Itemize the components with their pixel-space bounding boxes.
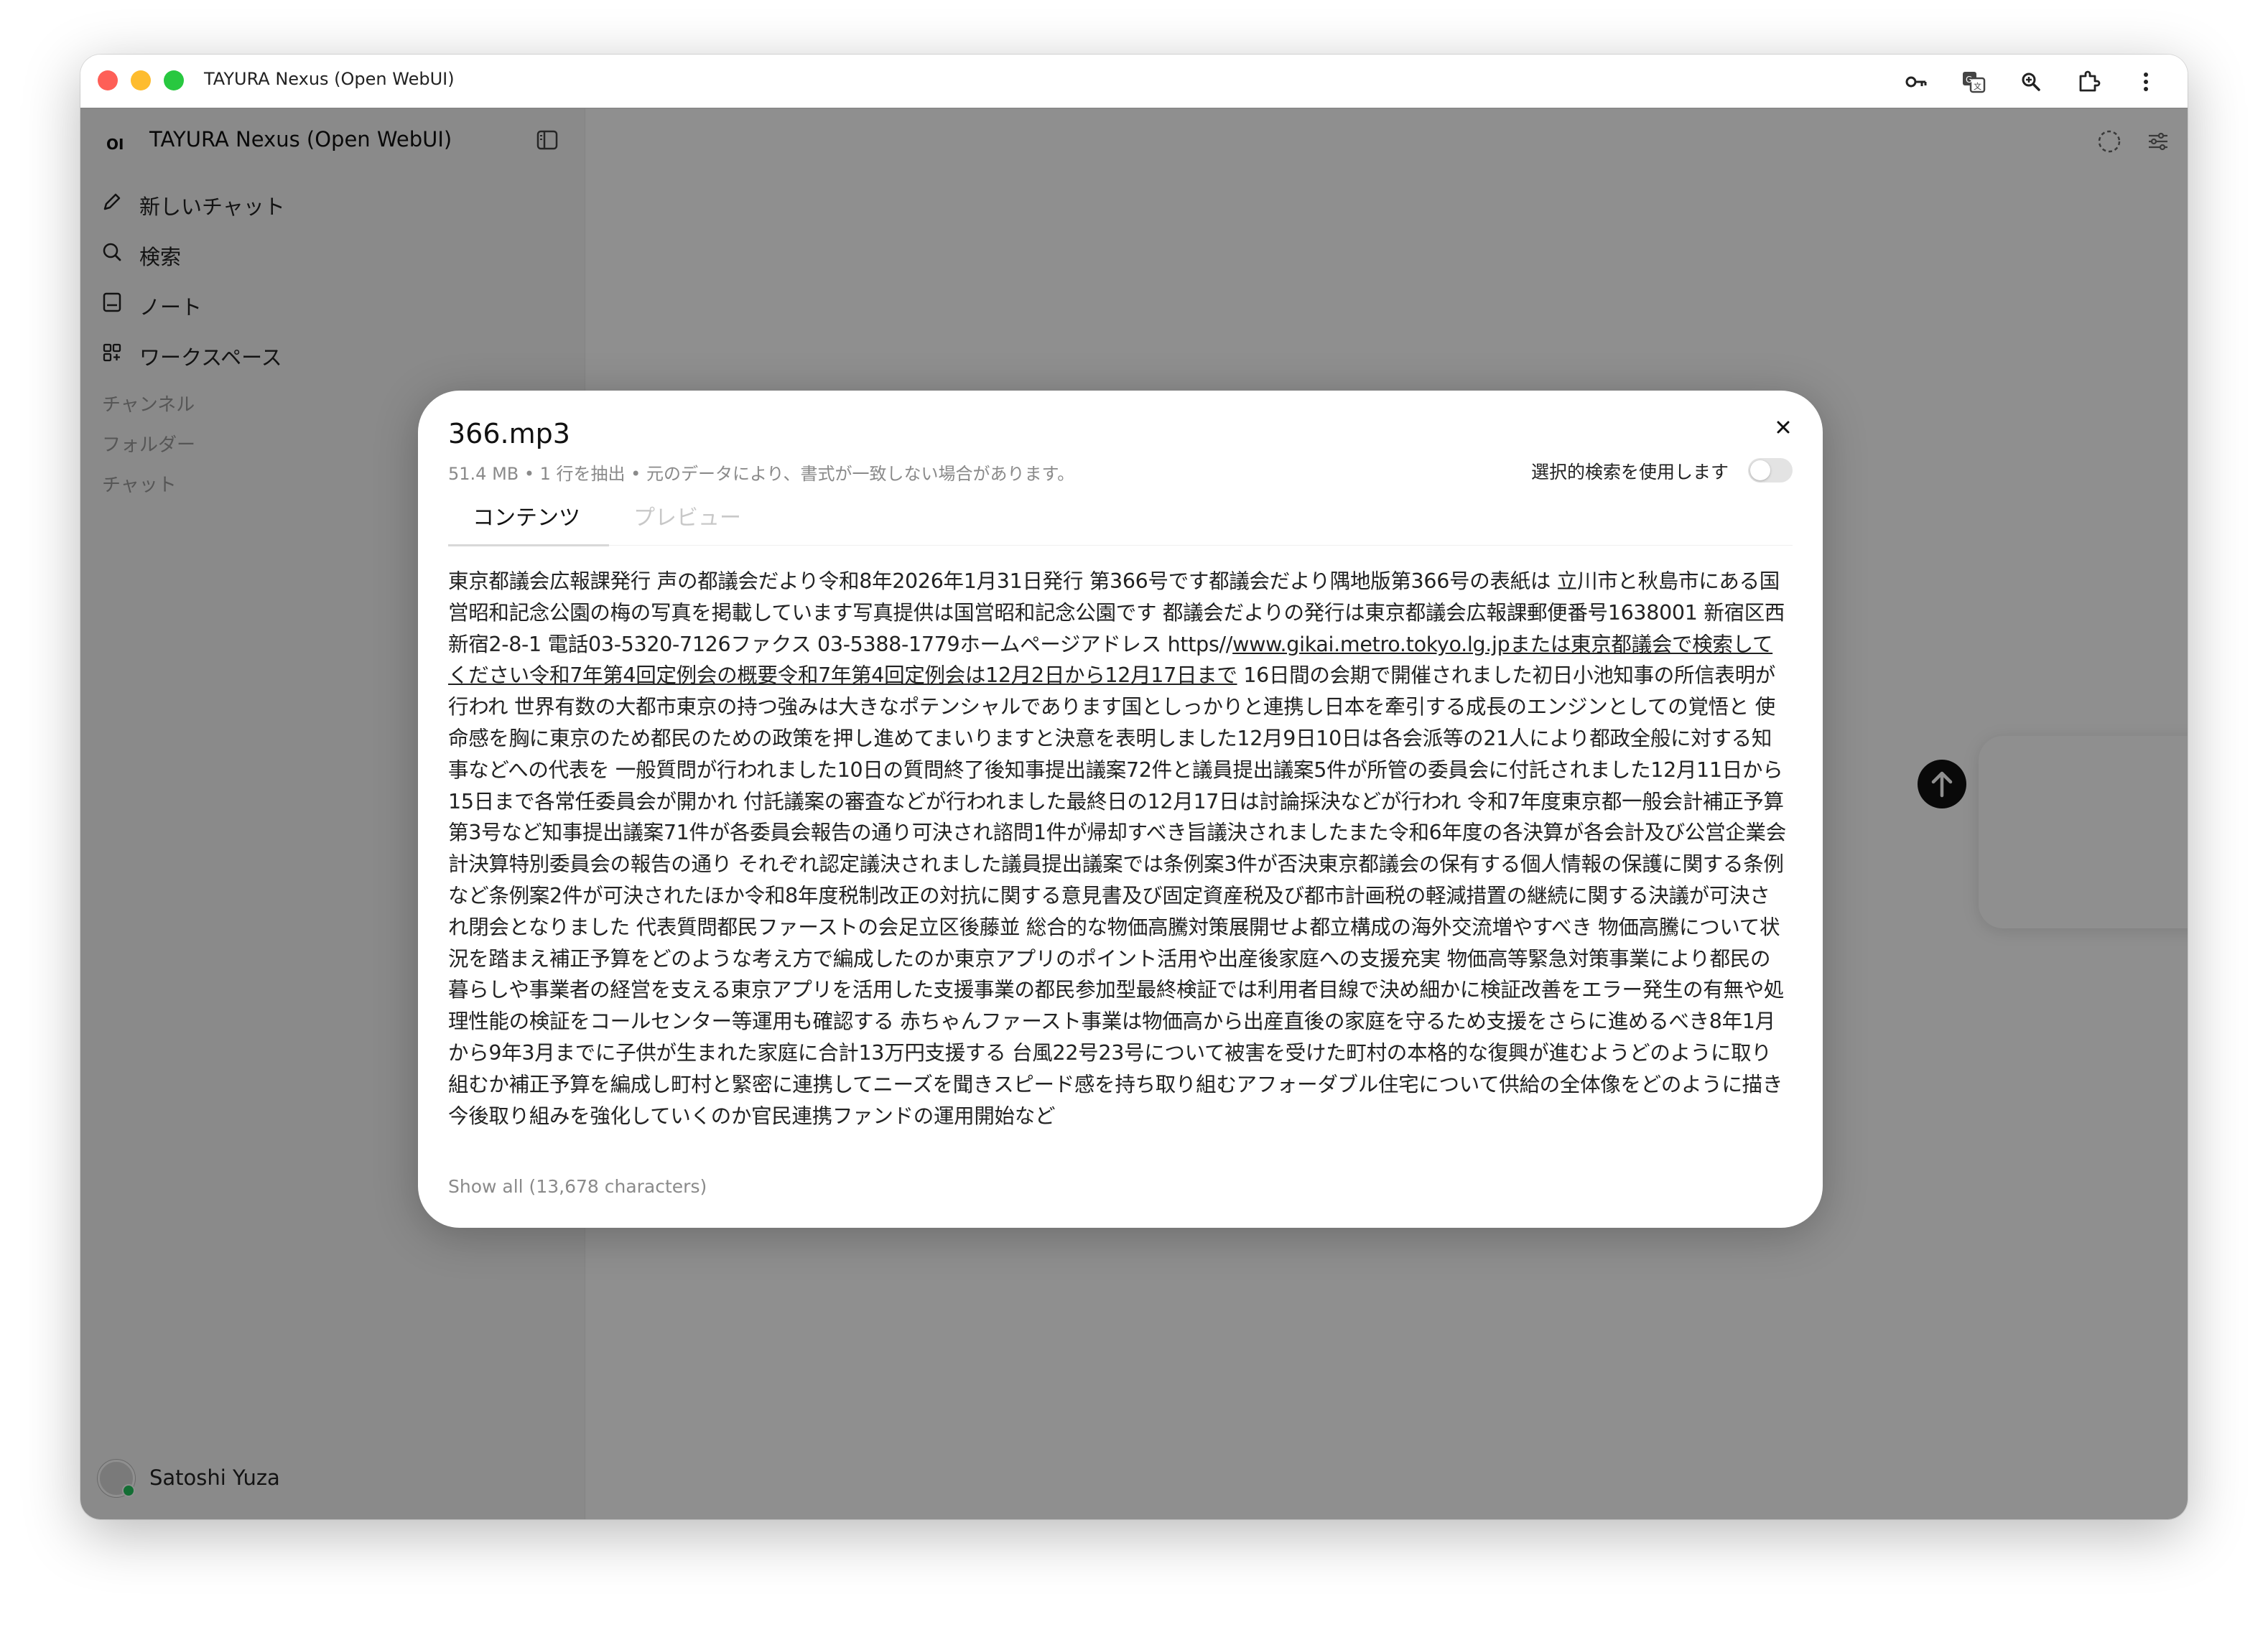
tabs-divider <box>609 545 1793 546</box>
svg-text:G: G <box>1966 75 1972 85</box>
zoom-icon[interactable] <box>2017 67 2045 96</box>
more-vertical-icon[interactable] <box>2132 67 2160 96</box>
tab-preview[interactable]: プレビュー <box>633 500 741 531</box>
toggle-knob <box>1750 460 1770 480</box>
extension-icon[interactable] <box>2074 67 2103 96</box>
file-meta: 51.4 MB • 1 行を抽出 • 元のデータにより、書式が一致しない場合があ… <box>448 464 1075 484</box>
file-content-modal: 366.mp3 51.4 MB • 1 行を抽出 • 元のデータにより、書式が一… <box>418 391 1823 1228</box>
browser-window: TAYURA Nexus (Open WebUI) G文 OI TAYURA N… <box>80 55 2188 1519</box>
title-bar: TAYURA Nexus (Open WebUI) G文 <box>80 55 2188 108</box>
selective-search-label: 選択的検索を使用します <box>1531 462 1729 482</box>
extracted-text: 東京都議会広報課発行 声の都議会だより令和8年2026年1月31日発行 第366… <box>448 566 1790 1145</box>
svg-text:文: 文 <box>1974 81 1981 91</box>
close-icon[interactable] <box>1774 418 1793 437</box>
active-tab-indicator <box>448 544 609 546</box>
window-title: TAYURA Nexus (Open WebUI) <box>204 69 455 89</box>
window-minimize-button[interactable] <box>131 70 151 90</box>
selective-search-toggle[interactable] <box>1748 458 1793 482</box>
tab-content[interactable]: コンテンツ <box>473 500 580 531</box>
window-maximize-button[interactable] <box>164 70 184 90</box>
window-close-button[interactable] <box>98 70 118 90</box>
key-icon[interactable] <box>1902 67 1930 96</box>
translate-icon[interactable]: G文 <box>1959 67 1988 96</box>
modal-title: 366.mp3 <box>448 418 570 449</box>
text-part: 16日間の会期で開催されました初日小池知事の所信表明が行われ 世界有数の大都市東… <box>448 663 1786 1128</box>
show-all-button[interactable]: Show all (13,678 characters) <box>448 1176 707 1197</box>
